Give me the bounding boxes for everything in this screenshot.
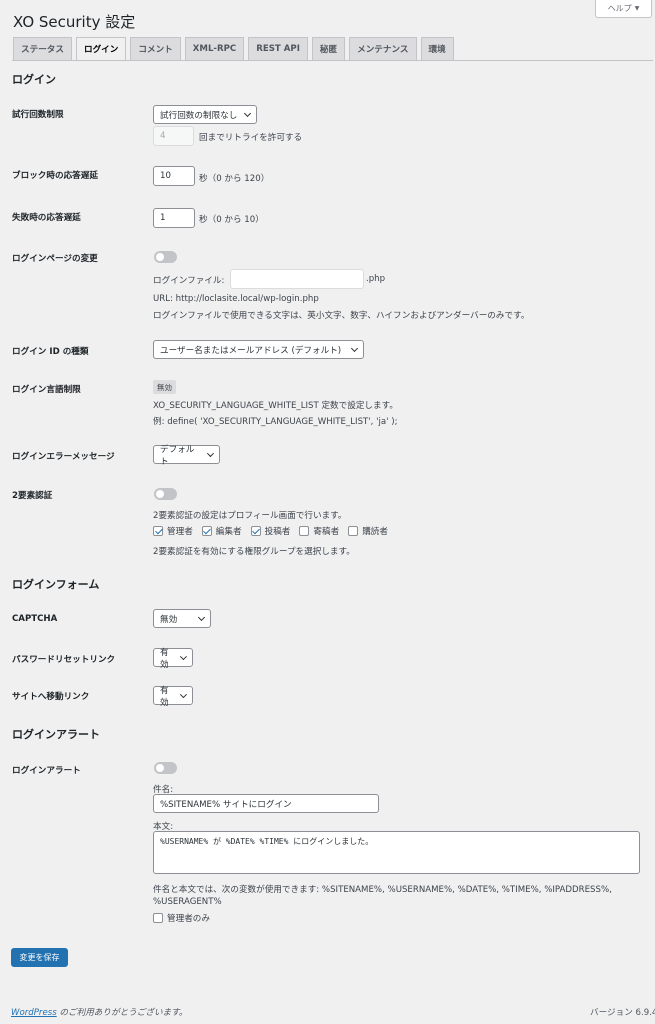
- vars-line1: 件名と本文では、次の変数が使用できます: %SITENAME%, %USERNA…: [153, 885, 612, 895]
- caret-down-icon: ▼: [634, 5, 640, 12]
- login-file-note: ログインファイルで使用できる文字は、英小文字、数字、ハイフンおよびアンダーバーの…: [153, 311, 530, 321]
- login-page-label: ログインページの変更: [12, 254, 98, 264]
- two-factor-note2: 2要素認証を有効にする権限グループを選択します。: [153, 547, 355, 557]
- login-file-input[interactable]: [230, 269, 364, 289]
- admin-only-checkbox[interactable]: 管理者のみ: [153, 912, 210, 924]
- fail-delay-input[interactable]: 1: [153, 208, 195, 228]
- password-reset-label: パスワードリセットリンク: [12, 655, 116, 665]
- site-link-label: サイトへ移動リンク: [12, 692, 90, 702]
- footer-thanks: WordPress のご利用ありがとうございます。: [11, 1008, 188, 1018]
- retry-suffix: 回までリトライを許可する: [199, 133, 303, 143]
- tab-maintenance[interactable]: メンテナンス: [349, 37, 417, 61]
- login-id-type-select[interactable]: ユーザー名またはメールアドレス (デフォルト): [153, 340, 364, 359]
- block-delay-label: ブロック時の応答遅延: [12, 171, 98, 181]
- block-delay-suffix: 秒（0 から 120）: [199, 174, 270, 184]
- trial-limit-select[interactable]: 試行回数の制限なし: [153, 105, 257, 124]
- tab-status[interactable]: ステータス: [13, 37, 72, 61]
- chevron-down-icon: [197, 613, 206, 621]
- login-page-toggle[interactable]: [154, 251, 177, 263]
- login-file-label: ログインファイル:: [153, 276, 225, 286]
- page-title: XO Security 設定: [13, 13, 136, 31]
- section-heading-login-form: ログインフォーム: [12, 578, 100, 591]
- chevron-down-icon: [180, 652, 188, 660]
- chevron-down-icon: [350, 344, 359, 352]
- tab-hidden[interactable]: 秘匿: [311, 37, 346, 61]
- language-limit-line2: 例: define( 'XO_SECURITY_LANGUAGE_WHITE_L…: [153, 417, 398, 427]
- role-checkbox-contributor[interactable]: 寄稿者: [299, 525, 339, 537]
- two-factor-label: 2要素認証: [12, 491, 53, 501]
- language-limit-line1: XO_SECURITY_LANGUAGE_WHITE_LIST 定数で設定します…: [153, 401, 398, 411]
- error-message-label: ログインエラーメッセージ: [12, 452, 115, 462]
- fail-delay-label: 失敗時の応答遅延: [12, 213, 81, 223]
- role-checkbox-subscriber[interactable]: 購読者: [348, 525, 388, 537]
- fail-delay-suffix: 秒（0 から 10）: [199, 215, 264, 225]
- footer-version: バージョン 6.9.4: [590, 1008, 655, 1018]
- site-link-select[interactable]: 有効: [153, 686, 193, 708]
- login-url: URL: http://loclasite.local/wp-login.php: [153, 294, 319, 304]
- role-checkbox-editor[interactable]: 編集者: [201, 525, 242, 537]
- subject-input[interactable]: %SITENAME% サイトにログイン: [153, 794, 379, 813]
- tab-login[interactable]: ログイン: [75, 37, 127, 61]
- tab-restapi[interactable]: REST API: [248, 37, 308, 61]
- chevron-down-icon: [243, 109, 252, 117]
- captcha-label: CAPTCHA: [12, 614, 58, 624]
- tab-environment[interactable]: 環境: [420, 37, 454, 61]
- tab-bar: ステータス ログイン コメント XML-RPC REST API 秘匿 メンテナ…: [13, 37, 454, 61]
- login-file-ext: .php: [366, 274, 386, 284]
- vars-line2: %USERAGENT%: [153, 897, 222, 907]
- section-heading-login-alert: ログインアラート: [12, 728, 100, 741]
- retry-count-input[interactable]: 4: [153, 126, 194, 146]
- role-checkbox-author[interactable]: 投稿者: [250, 525, 290, 537]
- error-message-select[interactable]: デフォルト: [153, 445, 220, 467]
- tab-xmlrpc[interactable]: XML-RPC: [184, 37, 245, 61]
- role-checkbox-group: 管理者 編集者 投稿者 寄稿者 購読者: [153, 525, 388, 537]
- save-button[interactable]: 変更を保存: [11, 948, 68, 967]
- role-checkbox-admin[interactable]: 管理者: [153, 525, 193, 537]
- chevron-down-icon: [207, 449, 215, 457]
- login-alert-toggle[interactable]: [154, 762, 177, 774]
- help-label: ヘルプ: [607, 4, 632, 13]
- tab-comment[interactable]: コメント: [130, 37, 181, 61]
- two-factor-toggle[interactable]: [154, 488, 177, 500]
- chevron-down-icon: [180, 690, 188, 698]
- status-badge: 無効: [153, 380, 176, 394]
- body-textarea[interactable]: %USERNAME% が %DATE% %TIME% にログインしました。: [153, 831, 640, 874]
- captcha-select[interactable]: 無効: [153, 609, 211, 628]
- wordpress-link[interactable]: WordPress: [11, 1008, 57, 1018]
- language-limit-label: ログイン言語制限: [12, 385, 81, 395]
- trial-limit-label: 試行回数制限: [12, 110, 64, 120]
- two-factor-note1: 2要素認証の設定はプロフィール画面で行います。: [153, 511, 347, 521]
- login-alert-label: ログインアラート: [12, 766, 81, 776]
- section-heading-login: ログイン: [12, 73, 56, 86]
- tab-divider: [12, 60, 653, 61]
- password-reset-select[interactable]: 有効: [153, 648, 193, 670]
- login-id-type-label: ログイン ID の種類: [12, 347, 89, 357]
- block-delay-input[interactable]: 10: [153, 166, 195, 186]
- help-button[interactable]: ヘルプ ▼: [595, 0, 652, 18]
